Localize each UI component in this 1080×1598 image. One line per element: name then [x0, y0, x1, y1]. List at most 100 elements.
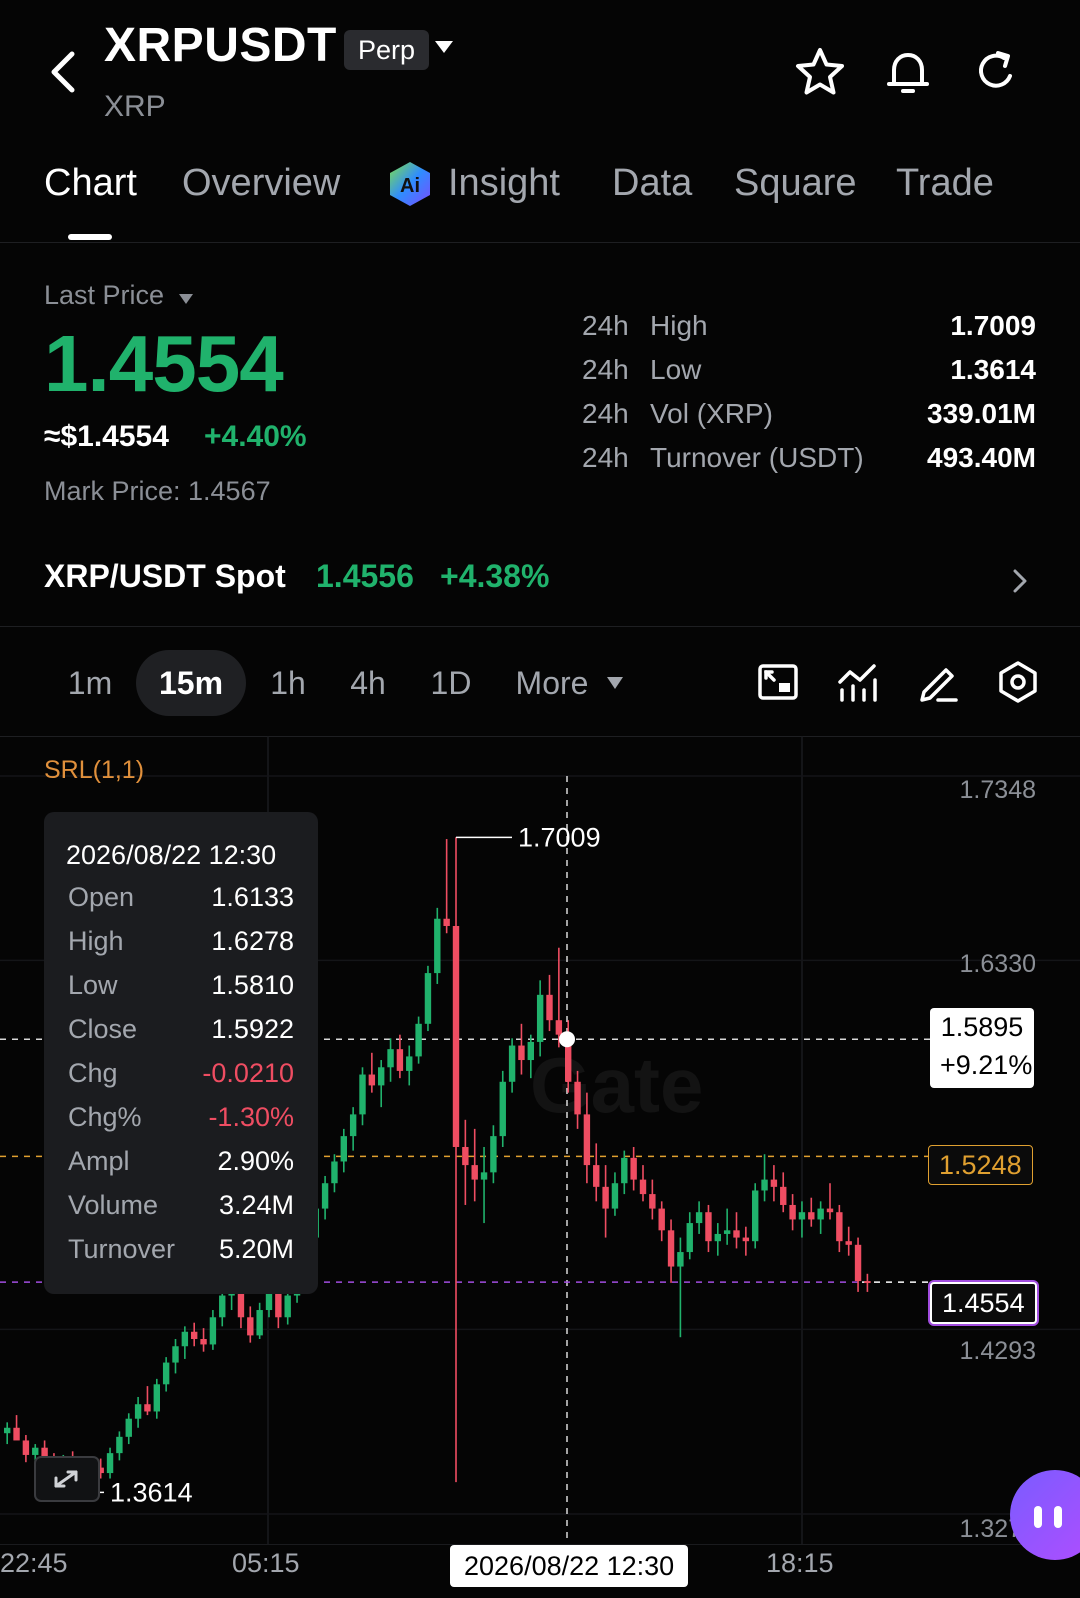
spot-price: 1.4556: [316, 558, 414, 594]
candle-body: [359, 1074, 366, 1115]
expand-icon[interactable]: [34, 1456, 100, 1502]
candle-body: [752, 1190, 759, 1242]
candle-body: [555, 1020, 563, 1035]
candle-body: [808, 1212, 815, 1220]
stat-name: Vol (XRP): [650, 398, 773, 429]
tab-chart[interactable]: Chart: [44, 162, 137, 205]
time-axis-label: 22:45: [0, 1548, 68, 1578]
candle-body: [134, 1404, 142, 1419]
tooltip-row-chg-pct: Chg% -1.30%: [68, 1102, 294, 1132]
candle-body: [116, 1436, 123, 1454]
stat-turnover-value: 493.40M: [927, 442, 1036, 473]
tab-trade[interactable]: Trade: [896, 162, 994, 205]
active-tab-indicator: [68, 234, 112, 240]
candle-body: [424, 973, 432, 1024]
candle-body: [162, 1362, 170, 1385]
stat-name: Turnover (USDT): [650, 442, 864, 473]
tooltip-row-high: High 1.6278: [68, 926, 294, 956]
base-coin: XRP: [104, 90, 166, 123]
candle-body: [621, 1157, 628, 1184]
star-icon[interactable]: [794, 46, 846, 98]
candle-body: [733, 1230, 740, 1238]
caret-down-icon[interactable]: [606, 676, 624, 690]
candle-body: [695, 1212, 703, 1224]
stat-period: 24h: [582, 310, 629, 341]
candle-body: [630, 1157, 637, 1180]
y-axis-label: 1.4293: [959, 1337, 1036, 1365]
candle-body: [13, 1427, 20, 1441]
candle-body: [499, 1081, 506, 1137]
indicator-label[interactable]: SRL(1,1): [44, 756, 144, 785]
timeframe-more[interactable]: More: [510, 650, 594, 716]
candle-body: [284, 1295, 291, 1318]
spot-change-pct: +4.38%: [440, 558, 550, 594]
candle-body: [200, 1339, 207, 1345]
spot-pair-label[interactable]: XRP/USDT Spot: [44, 558, 286, 595]
candle-body: [864, 1281, 871, 1284]
tooltip-row-low: Low 1.5810: [68, 970, 294, 1000]
candle-body: [508, 1045, 516, 1082]
candle-body: [181, 1331, 189, 1347]
stat-low-value: 1.3614: [950, 354, 1036, 385]
tooltip-row-close: Close 1.5922: [68, 1014, 294, 1044]
candle-body: [378, 1067, 385, 1086]
candle-body: [387, 1049, 394, 1068]
tab-overview[interactable]: Overview: [182, 162, 340, 205]
candle-body: [321, 1183, 329, 1209]
caret-down-icon[interactable]: [434, 40, 454, 54]
last-price-tag[interactable]: 1.4554: [930, 1282, 1037, 1324]
stat-period: 24h: [582, 442, 629, 473]
candle-body: [677, 1252, 684, 1267]
candle-body: [340, 1136, 347, 1162]
tabs-divider: [0, 242, 1080, 243]
settings-hex-icon[interactable]: [996, 660, 1040, 704]
candle-body: [546, 994, 553, 1021]
refresh-icon[interactable]: [970, 46, 1022, 98]
candle-body: [723, 1230, 731, 1234]
tooltip-row-turnover: Turnover 5.20M: [68, 1234, 294, 1264]
candle-body: [331, 1161, 338, 1184]
timeframe-1h[interactable]: 1h: [258, 650, 318, 716]
bell-icon[interactable]: [882, 46, 934, 98]
candle-body: [798, 1212, 806, 1220]
chart-layout-icon[interactable]: [756, 660, 800, 704]
candle-body: [639, 1179, 647, 1195]
tab-square[interactable]: Square: [734, 162, 857, 205]
tooltip-date: 2026/08/22 12:30: [66, 840, 277, 870]
candle-body: [714, 1233, 721, 1242]
caret-down-icon[interactable]: [178, 293, 194, 305]
crosshair-date-tag: 2026/08/22 12:30: [450, 1545, 689, 1587]
back-arrow-icon[interactable]: [44, 48, 84, 96]
candle-body: [527, 1041, 534, 1061]
timeframe-1m[interactable]: 1m: [56, 650, 124, 716]
assistant-eye-icon: [1034, 1506, 1042, 1528]
timeframe-15m[interactable]: 15m: [136, 650, 246, 716]
tab-data[interactable]: Data: [612, 162, 692, 205]
perp-badge[interactable]: Perp: [344, 30, 430, 70]
candle-body: [125, 1418, 132, 1437]
candle-body: [191, 1331, 198, 1340]
candle-body: [172, 1346, 179, 1363]
indicator-icon[interactable]: [836, 660, 880, 704]
candle-body: [770, 1179, 778, 1187]
candle-body: [667, 1230, 675, 1267]
draw-pencil-icon[interactable]: [916, 660, 960, 704]
candle-body: [602, 1186, 609, 1209]
candle-body: [649, 1194, 656, 1209]
candle-body: [593, 1165, 600, 1187]
candle-body: [686, 1223, 693, 1253]
high-marker-label: 1.7009: [518, 822, 601, 852]
candle-body: [209, 1317, 217, 1345]
tooltip-row-chg: Chg -0.0210: [68, 1058, 294, 1088]
price-change-pct: +4.40%: [204, 420, 307, 453]
tab-insight[interactable]: Insight: [448, 162, 560, 205]
level-price-tag: 1.5248: [928, 1145, 1033, 1185]
candle-body: [705, 1212, 712, 1242]
crosshair-price-tag: 1.5895 +9.21%: [930, 1008, 1034, 1088]
chevron-right-icon[interactable]: [1012, 568, 1028, 594]
last-price-label[interactable]: Last Price: [44, 280, 164, 311]
timeframe-1d[interactable]: 1D: [418, 650, 484, 716]
timeframe-4h[interactable]: 4h: [338, 650, 398, 716]
candle-body: [789, 1204, 796, 1220]
candle-body: [32, 1447, 39, 1455]
